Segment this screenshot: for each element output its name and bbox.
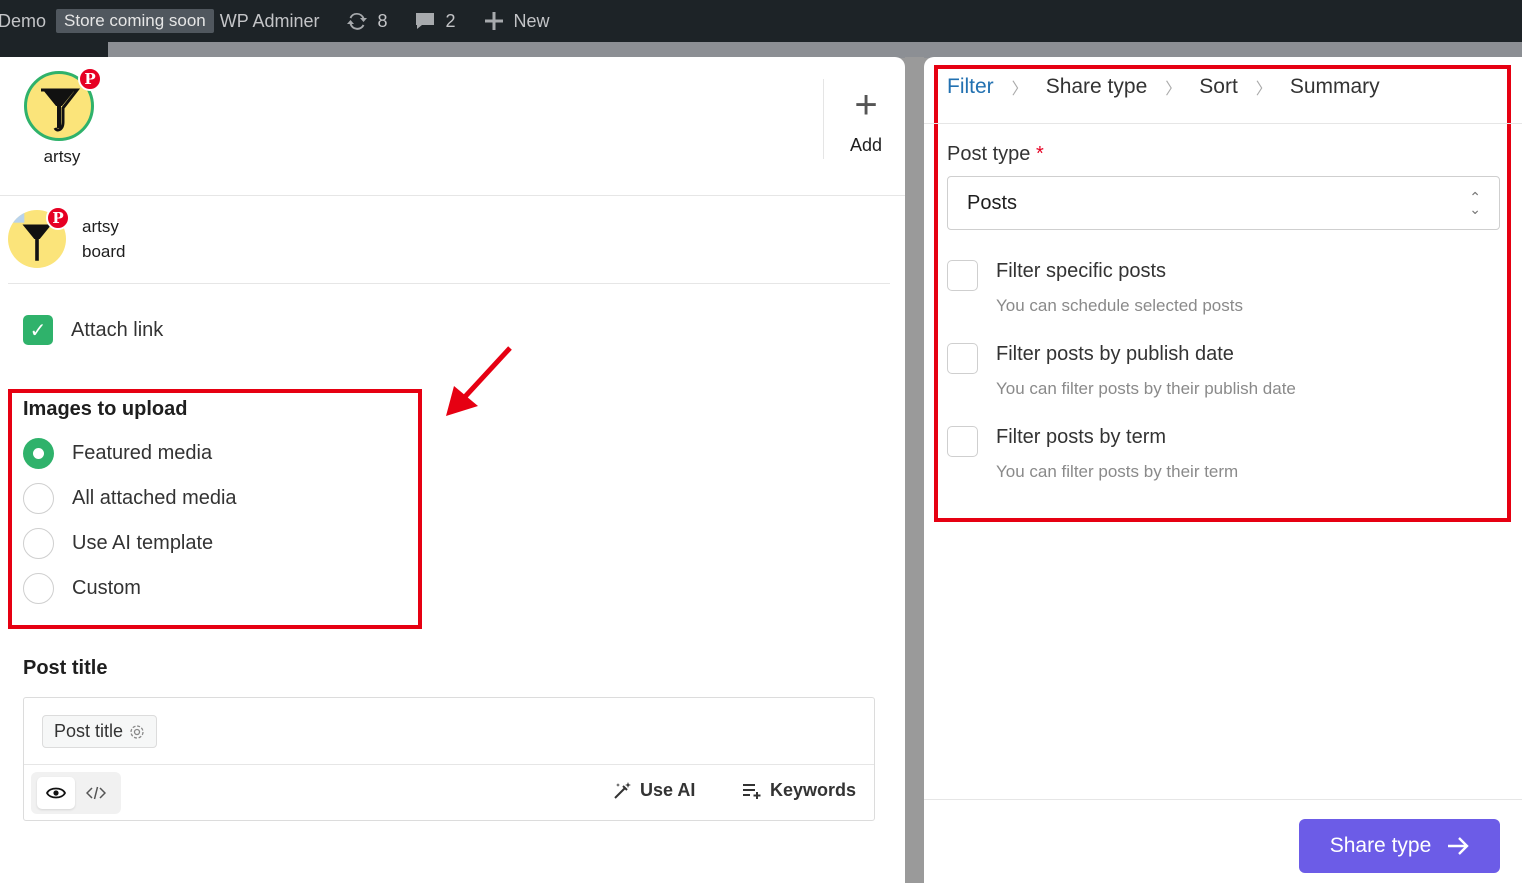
filter-description: You can filter posts by their term — [996, 462, 1239, 481]
wp-admin-bar: Demo Store coming soon WP Adminer 8 2 Ne… — [0, 0, 1522, 42]
divider — [924, 123, 1522, 124]
account-selector[interactable]: P artsy — [24, 67, 102, 167]
radio-label: Featured media — [72, 442, 213, 464]
post-type-label-text: Post type — [947, 143, 1031, 165]
filter-description: You can filter posts by their publish da… — [996, 379, 1296, 398]
add-label: Add — [849, 135, 883, 155]
radio-all-attached-media[interactable]: All attached media — [23, 483, 237, 514]
refresh-icon — [347, 12, 368, 30]
radio-empty-icon — [23, 528, 54, 559]
images-to-upload-title: Images to upload — [23, 398, 188, 420]
post-title-editor[interactable]: Post title Use AI Keywords — [23, 697, 875, 821]
updates-count: 8 — [377, 10, 388, 31]
annotation-highlight-box — [934, 65, 1511, 522]
pinterest-glyph: P — [84, 70, 96, 88]
code-icon — [86, 786, 106, 800]
new-label: New — [513, 10, 550, 31]
plus-icon: + — [854, 83, 878, 127]
use-ai-label: Use AI — [640, 780, 696, 800]
post-type-select[interactable]: Posts ⌃ ⌄ — [947, 176, 1500, 230]
background-strip-overlay — [108, 42, 1522, 58]
footer-divider — [924, 799, 1522, 800]
step-share-type[interactable]: Share type — [1046, 75, 1148, 99]
radio-custom[interactable]: Custom — [23, 573, 141, 604]
post-filter-modal: Filter 〉 Share type 〉 Sort 〉 Summary Pos… — [924, 57, 1522, 883]
radio-empty-icon — [23, 573, 54, 604]
post-type-value: Posts — [967, 191, 1018, 214]
attach-link-label: Attach link — [71, 318, 164, 341]
arrow-right-icon — [1448, 837, 1469, 855]
checkbox-empty-icon[interactable] — [947, 343, 978, 374]
wp-adminer-link[interactable]: WP Adminer — [214, 0, 326, 42]
check-icon: ✓ — [23, 315, 53, 345]
site-name-link[interactable]: Demo — [0, 0, 52, 42]
step-summary[interactable]: Summary — [1290, 75, 1380, 99]
annotation-arrow-icon — [446, 346, 512, 416]
checkbox-empty-icon[interactable] — [947, 426, 978, 457]
wizard-steps: Filter 〉 Share type 〉 Sort 〉 Summary — [947, 75, 1380, 99]
required-mark: * — [1035, 143, 1044, 165]
radio-selected-icon — [23, 438, 54, 469]
filter-label: Filter specific posts — [996, 260, 1167, 282]
gear-icon[interactable] — [129, 724, 145, 740]
store-status-badge[interactable]: Store coming soon — [56, 9, 214, 33]
radio-label: All attached media — [72, 487, 237, 509]
pinterest-icon: P — [46, 206, 70, 230]
code-mode-button[interactable] — [77, 777, 115, 809]
radio-use-ai-template[interactable]: Use AI template — [23, 528, 213, 559]
filter-label: Filter posts by publish date — [996, 343, 1234, 365]
keywords-label: Keywords — [770, 780, 857, 800]
step-sort[interactable]: Sort — [1199, 75, 1238, 99]
pinterest-icon: P — [78, 67, 102, 91]
list-add-icon — [743, 783, 761, 799]
site-name-label: Demo — [0, 10, 47, 31]
magic-wand-icon — [614, 781, 631, 799]
wp-adminer-label: WP Adminer — [219, 10, 320, 31]
share-type-button-label: Share type — [1329, 834, 1432, 857]
view-mode-toggle — [31, 772, 121, 814]
board-account-name: artsy — [82, 217, 119, 236]
new-content-link[interactable]: New — [476, 0, 556, 42]
filter-description: You can schedule selected posts — [996, 296, 1243, 315]
account-name: artsy — [43, 147, 81, 166]
board-avatar-wrap: P — [8, 206, 70, 268]
pinterest-glyph: P — [52, 209, 64, 227]
divider — [0, 195, 905, 196]
next-share-type-button[interactable]: Share type — [1299, 819, 1500, 873]
editor-divider — [24, 764, 874, 765]
account-settings-panel: P artsy + Add P artsy board ✓ Attach lin… — [0, 57, 905, 883]
board-label: board — [82, 242, 126, 261]
post-type-label: Post type * — [947, 143, 1044, 166]
post-title-tag-label: Post title — [54, 721, 124, 741]
post-title-tag[interactable]: Post title — [42, 715, 158, 748]
radio-label: Use AI template — [72, 532, 214, 554]
backdrop-gap — [905, 57, 924, 883]
add-account-button[interactable]: + Add — [838, 85, 894, 156]
radio-empty-icon — [23, 483, 54, 514]
plus-icon — [484, 12, 503, 30]
step-filter[interactable]: Filter — [947, 75, 994, 99]
post-title-heading: Post title — [23, 657, 108, 679]
chevron-right-icon: 〉 — [1011, 81, 1028, 98]
divider — [8, 283, 890, 284]
comments-link[interactable]: 2 — [407, 0, 461, 42]
attach-link-checkbox[interactable]: ✓ Attach link — [23, 315, 163, 345]
chevron-up-down-icon: ⌃ ⌄ — [1469, 189, 1481, 217]
preview-mode-button[interactable] — [37, 777, 75, 809]
chevron-right-icon: 〉 — [1165, 81, 1182, 98]
radio-featured-media[interactable]: Featured media — [23, 438, 212, 469]
filter-label: Filter posts by term — [996, 426, 1167, 448]
chevron-right-icon: 〉 — [1255, 81, 1272, 98]
add-separator — [823, 79, 824, 159]
board-text: artsy board — [82, 214, 125, 264]
checkbox-empty-icon[interactable] — [947, 260, 978, 291]
eye-icon — [46, 787, 66, 799]
keywords-button[interactable]: Keywords — [742, 780, 856, 801]
updates-link[interactable]: 8 — [339, 0, 393, 42]
comment-icon — [416, 13, 435, 29]
comments-count: 2 — [445, 10, 456, 31]
board-item[interactable]: P artsy board — [8, 206, 125, 268]
use-ai-button[interactable]: Use AI — [612, 780, 695, 801]
radio-label: Custom — [72, 577, 141, 599]
